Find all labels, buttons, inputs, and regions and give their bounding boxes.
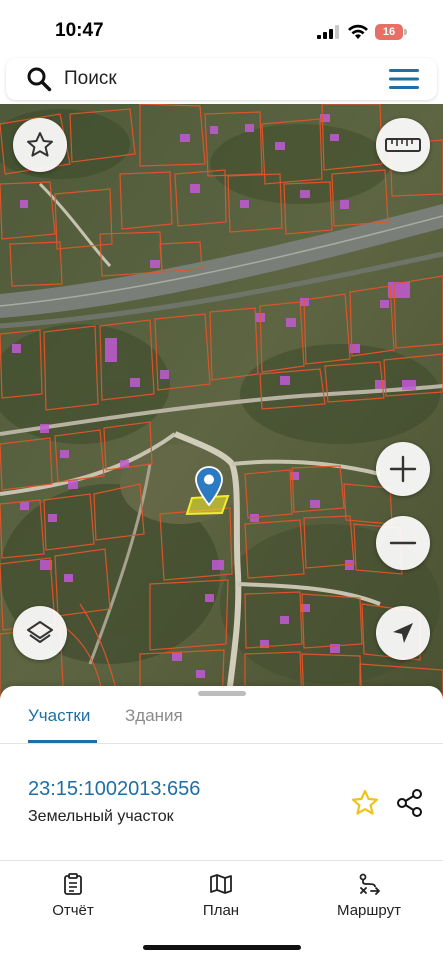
wifi-icon	[348, 24, 368, 39]
share-icon[interactable]	[396, 788, 424, 818]
favorites-map-button[interactable]	[13, 118, 67, 172]
location-pin-icon	[195, 466, 223, 506]
tab-parcels[interactable]: Участки	[28, 706, 90, 742]
sheet-divider	[0, 860, 443, 861]
menu-icon[interactable]	[388, 67, 420, 91]
ruler-icon	[385, 138, 421, 152]
minus-icon	[389, 541, 417, 545]
nav-plan-label: План	[202, 902, 240, 919]
signal-icon	[317, 25, 339, 39]
battery-indicator: 16	[375, 24, 407, 40]
add-favorite-star-icon[interactable]	[350, 788, 380, 818]
tab-buildings[interactable]: Здания	[125, 706, 183, 742]
search-bar	[6, 58, 437, 100]
cadastral-number-link[interactable]: 23:15:1002013:656	[28, 778, 200, 801]
status-bar: 10:47 16	[0, 0, 443, 56]
zoom-in-button[interactable]	[376, 442, 430, 496]
home-indicator	[143, 945, 301, 950]
status-time: 10:47	[55, 20, 104, 41]
satellite-map-image[interactable]	[0, 104, 443, 704]
layers-icon	[27, 621, 53, 643]
nav-route-label: Маршрут	[337, 902, 401, 919]
navigation-arrow-icon	[393, 623, 413, 643]
nav-plan-button[interactable]: План	[171, 872, 271, 919]
layers-button[interactable]	[13, 606, 67, 660]
search-input[interactable]	[64, 66, 364, 92]
battery-cap	[404, 29, 407, 35]
map-plan-icon	[210, 874, 232, 894]
search-icon[interactable]	[26, 66, 52, 92]
ruler-button[interactable]	[376, 118, 430, 172]
route-icon	[359, 873, 380, 895]
parcel-bottom-sheet: Участки Здания 23:15:1002013:656 Земельн…	[0, 686, 443, 960]
report-icon	[64, 873, 82, 895]
my-location-button[interactable]	[376, 606, 430, 660]
tab-divider	[0, 743, 443, 744]
zoom-out-button[interactable]	[376, 516, 430, 570]
parcel-type-label: Земельный участок	[28, 808, 174, 825]
nav-report-label: Отчёт	[52, 902, 94, 919]
cadastral-map[interactable]	[0, 104, 443, 704]
star-outline-icon	[27, 132, 53, 157]
nav-route-button[interactable]: Маршрут	[319, 872, 419, 919]
plus-icon	[389, 455, 417, 483]
nav-report-button[interactable]: Отчёт	[23, 872, 123, 919]
app-root: 10:47 16 Поиск Участки Здания 23:15:1002…	[0, 0, 443, 960]
sheet-drag-handle[interactable]	[198, 691, 246, 696]
battery-level: 16	[382, 26, 396, 38]
